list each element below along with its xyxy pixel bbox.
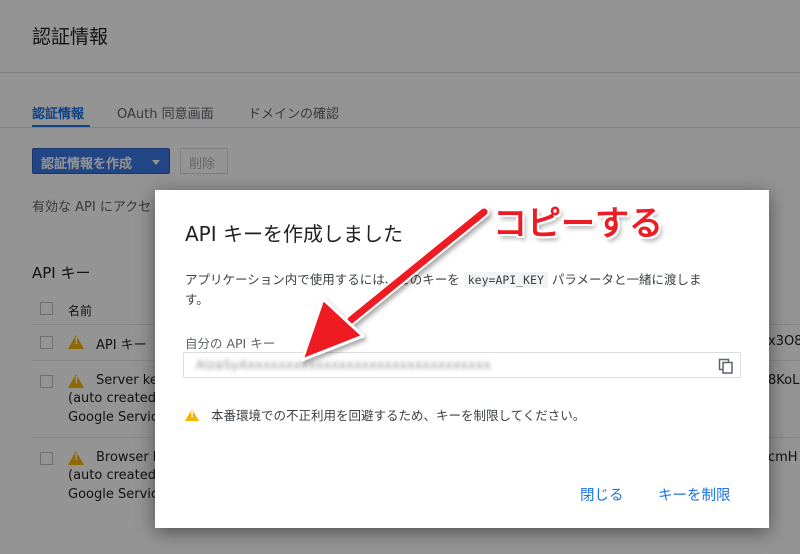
restriction-warning: 本番環境での不正利用を回避するため、キーを制限してください。	[185, 405, 585, 424]
api-key-created-dialog: API キーを作成しました アプリケーション内で使用するには、このキーを key…	[155, 190, 769, 528]
copy-icon[interactable]	[718, 358, 734, 374]
restriction-warning-text: 本番環境での不正利用を回避するため、キーを制限してください。	[211, 408, 586, 423]
dialog-description: アプリケーション内で使用するには、このキーを key=API_KEY パラメータ…	[185, 270, 715, 310]
api-key-label: 自分の API キー	[185, 336, 276, 351]
api-key-value[interactable]: AIzaSyAxxxxxxxxxxxxxxxxxxxxxxxxxxxxxxxx	[196, 358, 491, 372]
key-param-code: key=API_KEY	[463, 272, 548, 288]
dialog-title: API キーを作成しました	[185, 222, 403, 246]
close-button[interactable]: 閉じる	[580, 484, 624, 505]
api-key-field[interactable]: AIzaSyAxxxxxxxxxxxxxxxxxxxxxxxxxxxxxxxx	[183, 352, 741, 378]
restrict-key-button[interactable]: キーを制限	[658, 484, 731, 505]
dialog-description-text: アプリケーション内で使用するには、このキーを	[185, 272, 460, 287]
warning-icon	[185, 409, 199, 421]
